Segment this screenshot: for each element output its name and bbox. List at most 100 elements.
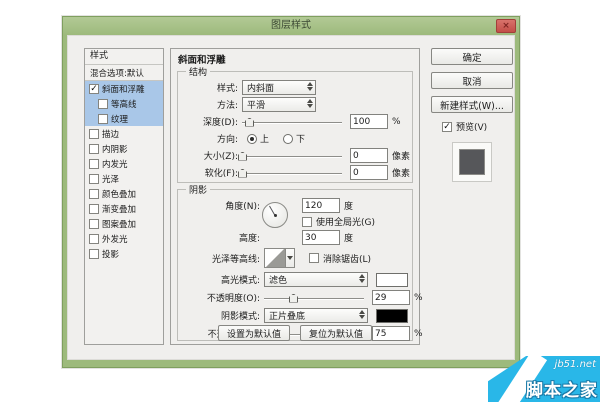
- global-light-label: 使用全局光(G): [316, 215, 375, 228]
- sidebar-item[interactable]: 渐变叠加: [85, 201, 163, 216]
- page: 图层样式 × 样式 混合选项:默认 ✓斜面和浮雕等高线纹理描边内阴影内发光光泽颜…: [0, 0, 600, 402]
- direction-up-radio[interactable]: [247, 134, 257, 144]
- gloss-contour-dropdown[interactable]: [286, 248, 295, 268]
- set-default-button[interactable]: 设置为默认值: [218, 325, 290, 341]
- size-label: 大小(Z):: [182, 149, 242, 162]
- new-style-button[interactable]: 新建样式(W)...: [431, 96, 513, 113]
- preview-label: 预览(V): [456, 120, 487, 133]
- highlight-mode-value: 滤色: [269, 273, 287, 286]
- antialias-label: 消除锯齿(L): [323, 252, 371, 265]
- preview-swatch: [459, 149, 485, 175]
- size-input[interactable]: [350, 148, 388, 163]
- sidebar-item-label: 内阴影: [102, 143, 128, 155]
- sidebar-item[interactable]: 内发光: [85, 156, 163, 171]
- sidebar-item[interactable]: ✓斜面和浮雕: [85, 81, 163, 96]
- depth-slider[interactable]: [242, 116, 342, 128]
- style-select[interactable]: 内斜面: [242, 80, 316, 95]
- opacity-highlight-slider[interactable]: [264, 292, 364, 304]
- angle-dial[interactable]: [262, 202, 288, 228]
- sidebar-item-label: 描边: [102, 128, 119, 140]
- sidebar-item[interactable]: 颜色叠加: [85, 186, 163, 201]
- style-checkbox[interactable]: [98, 114, 108, 124]
- gloss-contour-label: 光泽等高线:: [182, 252, 264, 265]
- watermark-banner: jb51.net 脚本之家: [488, 356, 600, 402]
- close-button[interactable]: ×: [496, 19, 516, 33]
- soften-slider[interactable]: [242, 167, 342, 179]
- shadow-mode-select[interactable]: 正片叠底: [264, 308, 368, 323]
- sidebar-item[interactable]: 图案叠加: [85, 216, 163, 231]
- angle-dial-needle: [269, 206, 275, 216]
- style-checkbox[interactable]: ✓: [89, 84, 99, 94]
- style-checkbox[interactable]: [89, 204, 99, 214]
- style-checkbox[interactable]: [89, 144, 99, 154]
- size-slider[interactable]: [242, 150, 342, 162]
- sidebar-item-label: 混合选项:默认: [90, 67, 144, 79]
- sidebar-item-label: 光泽: [102, 173, 119, 185]
- sidebar-item[interactable]: 描边: [85, 126, 163, 141]
- shading-legend: 阴影: [186, 183, 210, 196]
- watermark: jb51.net 脚本之家: [488, 356, 600, 402]
- shadow-color-swatch[interactable]: [376, 309, 408, 323]
- updown-arrows-icon: [359, 310, 365, 319]
- reset-default-button[interactable]: 复位为默认值: [300, 325, 372, 341]
- style-checkbox[interactable]: [89, 129, 99, 139]
- preview-toggle[interactable]: ✓ 预览(V): [442, 120, 518, 133]
- sidebar-item-label: 等高线: [111, 98, 137, 110]
- global-light-checkbox[interactable]: [302, 217, 312, 227]
- altitude-input[interactable]: [302, 230, 340, 245]
- style-select-value: 内斜面: [247, 81, 274, 94]
- soften-input[interactable]: [350, 165, 388, 180]
- slider-thumb[interactable]: [289, 294, 298, 303]
- close-icon: ×: [502, 22, 510, 31]
- style-checkbox[interactable]: [89, 234, 99, 244]
- style-checkbox[interactable]: [89, 249, 99, 259]
- style-checkbox[interactable]: [89, 189, 99, 199]
- sidebar-item[interactable]: 投影: [85, 246, 163, 261]
- sidebar-item[interactable]: 内阴影: [85, 141, 163, 156]
- highlight-color-swatch[interactable]: [376, 273, 408, 287]
- angle-input[interactable]: [302, 198, 340, 213]
- sidebar-item[interactable]: 纹理: [85, 111, 163, 126]
- slider-thumb[interactable]: [245, 118, 254, 127]
- sidebar-item[interactable]: 外发光: [85, 231, 163, 246]
- style-checkbox[interactable]: [89, 219, 99, 229]
- sidebar-item-label: 纹理: [111, 113, 128, 125]
- dialog-titlebar[interactable]: 图层样式 ×: [63, 17, 519, 35]
- sidebar-item-label: 图案叠加: [102, 218, 136, 230]
- bevel-emboss-panel: 斜面和浮雕 结构 样式: 内斜面 方法: 平滑: [170, 48, 420, 345]
- technique-select[interactable]: 平滑: [242, 97, 316, 112]
- style-checkbox[interactable]: [98, 99, 108, 109]
- styles-list: ✓斜面和浮雕等高线纹理描边内阴影内发光光泽颜色叠加渐变叠加图案叠加外发光投影: [85, 81, 163, 261]
- updown-arrows-icon: [307, 99, 313, 108]
- soften-unit: 像素: [392, 166, 410, 179]
- sidebar-item-label: 颜色叠加: [102, 188, 136, 200]
- sidebar-item[interactable]: 光泽: [85, 171, 163, 186]
- style-checkbox[interactable]: [89, 159, 99, 169]
- sidebar-item-label: 投影: [102, 248, 119, 260]
- highlight-mode-select[interactable]: 滤色: [264, 272, 368, 287]
- watermark-site: jb51.net: [555, 359, 596, 370]
- depth-input[interactable]: [350, 114, 388, 129]
- preview-checkbox[interactable]: ✓: [442, 122, 452, 132]
- preview-swatch-well: [452, 142, 492, 182]
- style-checkbox[interactable]: [89, 174, 99, 184]
- slider-groove: [242, 156, 342, 157]
- ok-button[interactable]: 确定: [431, 48, 513, 65]
- slider-groove: [264, 298, 364, 299]
- updown-arrows-icon: [359, 274, 365, 283]
- sidebar-item[interactable]: 等高线: [85, 96, 163, 111]
- depth-unit: %: [392, 117, 401, 127]
- opacity-highlight-input[interactable]: [372, 290, 410, 305]
- cancel-button[interactable]: 取消: [431, 72, 513, 89]
- direction-down-label: 下: [296, 132, 305, 145]
- depth-label: 深度(D):: [182, 115, 242, 128]
- angle-label: 角度(N):: [182, 199, 264, 212]
- sidebar-item-label: 渐变叠加: [102, 203, 136, 215]
- sidebar-item-blending-options[interactable]: 混合选项:默认: [85, 65, 163, 81]
- direction-down-radio[interactable]: [283, 134, 293, 144]
- antialias-checkbox[interactable]: [309, 253, 319, 263]
- soften-label: 软化(F):: [182, 166, 242, 179]
- dialog-title: 图层样式: [63, 17, 519, 34]
- gloss-contour-thumbnail[interactable]: [264, 248, 286, 268]
- styles-header: 样式: [85, 49, 163, 65]
